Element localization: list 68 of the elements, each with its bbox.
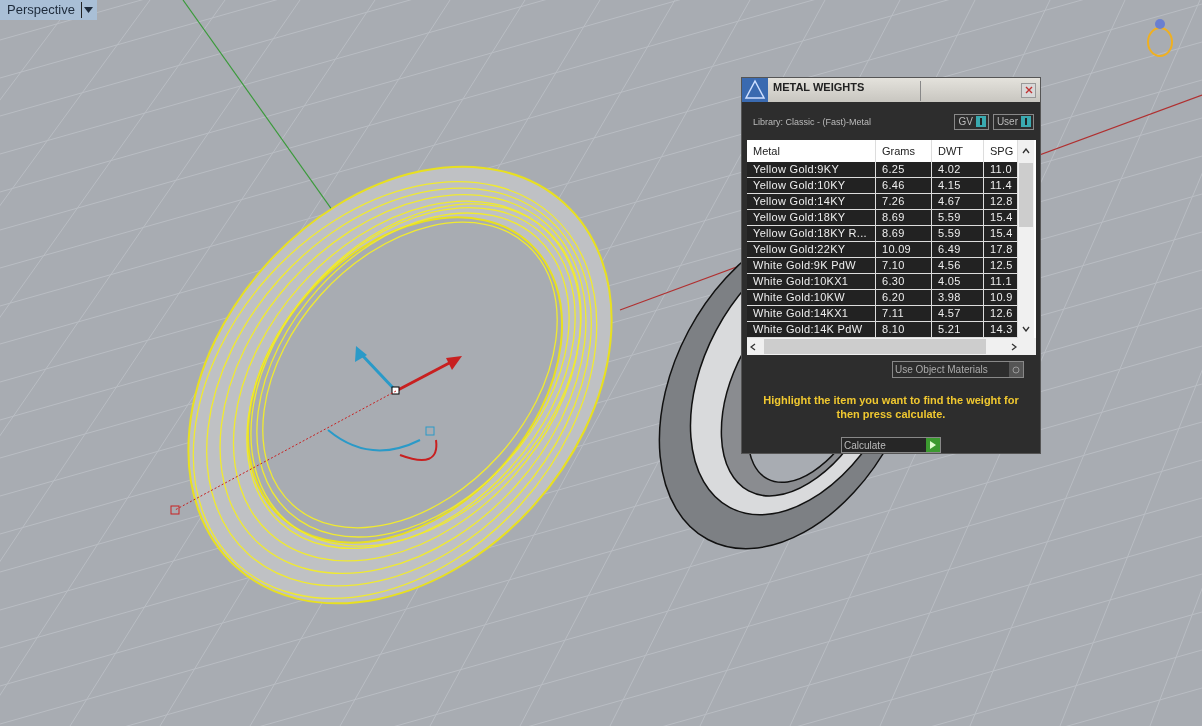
- toggle-switch[interactable]: User: [992, 113, 1034, 130]
- table-cell[interactable]: 5.59: [932, 210, 984, 226]
- table-cell[interactable]: 11.0: [984, 162, 1018, 178]
- scroll-left-icon[interactable]: [750, 342, 756, 351]
- table-cell[interactable]: 4.57: [932, 306, 984, 322]
- calculate-button[interactable]: Calculate: [841, 437, 941, 453]
- close-icon: [1024, 86, 1033, 94]
- table-cell[interactable]: 17.8: [984, 242, 1018, 258]
- table-cell[interactable]: 8.69: [876, 226, 932, 242]
- table-cell[interactable]: 7.11: [876, 306, 932, 322]
- instruction-text: Highlight the item you want to find the weight for then press calculate.: [762, 393, 1020, 421]
- table-cell[interactable]: Yellow Gold:18KY R...: [747, 226, 876, 242]
- table-cell[interactable]: 7.26: [876, 194, 932, 210]
- table-cell[interactable]: 12.6: [984, 306, 1018, 322]
- scroll-down-icon[interactable]: [1022, 326, 1030, 332]
- table-cell[interactable]: 6.25: [876, 162, 932, 178]
- table-cell[interactable]: 15.4: [984, 226, 1018, 242]
- table-cell[interactable]: Yellow Gold:10KY: [747, 178, 876, 194]
- table-cell[interactable]: 6.20: [876, 290, 932, 306]
- table-cell[interactable]: Yellow Gold:9KY: [747, 162, 876, 178]
- table-cell[interactable]: 3.98: [932, 290, 984, 306]
- option-toggle[interactable]: Use Object Materials: [892, 361, 1024, 378]
- table-cell[interactable]: 12.5: [984, 258, 1018, 274]
- table-cell[interactable]: 10.9: [984, 290, 1018, 306]
- table-cell[interactable]: White Gold:10KX1: [747, 274, 876, 290]
- table-cell[interactable]: 4.05: [932, 274, 984, 290]
- table-cell[interactable]: 8.10: [876, 322, 932, 338]
- window-title: METAL WEIGHTS: [773, 81, 921, 101]
- table-cell[interactable]: Yellow Gold:22KY: [747, 242, 876, 258]
- table-cell[interactable]: 6.49: [932, 242, 984, 258]
- table-cell[interactable]: Yellow Gold:18KY: [747, 210, 876, 226]
- table-cell[interactable]: 12.8: [984, 194, 1018, 210]
- dropdown-arrow-icon[interactable]: [83, 7, 93, 13]
- scroll-right-icon[interactable]: [1011, 342, 1017, 351]
- table-cell[interactable]: 4.02: [932, 162, 984, 178]
- table-cell[interactable]: 6.46: [876, 178, 932, 194]
- table-cell[interactable]: 8.69: [876, 210, 932, 226]
- horizontal-scrollbar[interactable]: [747, 338, 1036, 355]
- table-cell[interactable]: 14.3: [984, 322, 1018, 338]
- toggle-switch[interactable]: GV: [954, 113, 989, 130]
- play-icon: [930, 441, 936, 449]
- viewport-tab[interactable]: Perspective: [0, 0, 97, 20]
- scroll-thumb[interactable]: [1019, 163, 1033, 227]
- library-label: Library: Classic - (Fast)-Metal: [753, 116, 872, 127]
- table-cell[interactable]: 11.1: [984, 274, 1018, 290]
- table-cell[interactable]: 5.21: [932, 322, 984, 338]
- table-cell[interactable]: 4.15: [932, 178, 984, 194]
- scroll-up-icon[interactable]: [1022, 148, 1030, 154]
- table-cell[interactable]: 4.56: [932, 258, 984, 274]
- option-label: Use Object Materials: [895, 364, 988, 375]
- table-cell[interactable]: White Gold:14K PdW: [747, 322, 876, 338]
- table-cell[interactable]: 15.4: [984, 210, 1018, 226]
- table-cell[interactable]: Yellow Gold:14KY: [747, 194, 876, 210]
- table-cell[interactable]: 10.09: [876, 242, 932, 258]
- table-cell[interactable]: White Gold:9K PdW: [747, 258, 876, 274]
- table-cell[interactable]: 11.4: [984, 178, 1018, 194]
- toggle-label: User: [996, 116, 1018, 127]
- table-cell[interactable]: 7.10: [876, 258, 932, 274]
- vertical-scrollbar[interactable]: [1018, 140, 1034, 338]
- app-logo-icon: [742, 78, 768, 102]
- toggle-label: GV: [958, 116, 973, 127]
- table-cell[interactable]: White Gold:10KW: [747, 290, 876, 306]
- table-cell[interactable]: 6.30: [876, 274, 932, 290]
- close-button[interactable]: [1021, 82, 1036, 98]
- table-cell[interactable]: 4.67: [932, 194, 984, 210]
- table-cell[interactable]: 5.59: [932, 226, 984, 242]
- scroll-thumb[interactable]: [764, 339, 986, 354]
- table-cell[interactable]: White Gold:14KX1: [747, 306, 876, 322]
